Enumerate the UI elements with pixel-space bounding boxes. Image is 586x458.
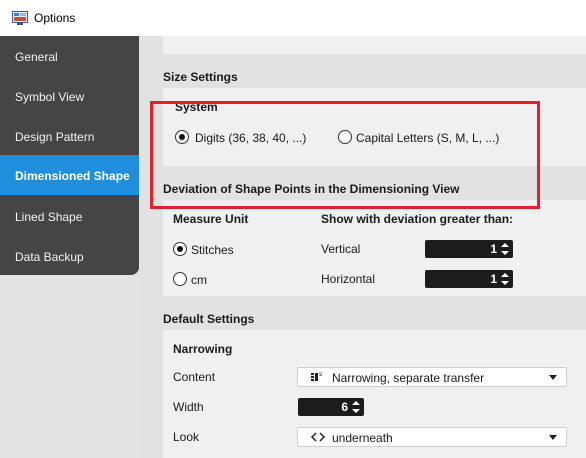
look-chevron-down-icon [549,435,557,440]
top-strip [163,36,586,54]
narrowing-label: Narrowing [173,342,233,356]
sidebar: General Symbol View Design Pattern Dimen… [0,36,148,276]
vertical-value: 1 [490,242,497,256]
horizontal-spin-arrows-icon[interactable] [501,271,509,287]
sidebar-item-lined-shape[interactable]: Lined Shape [0,196,139,236]
sidebar-item-symbol-view[interactable]: Symbol View [0,76,139,116]
size-settings-title: Size Settings [163,70,238,84]
stitches-radio[interactable] [173,242,187,256]
content-chevron-down-icon [549,375,557,380]
show-deviation-label: Show with deviation greater than: [321,212,514,226]
sidebar-item-dimensioned-shape[interactable]: Dimensioned Shape [0,155,148,195]
content-dropdown[interactable]: s Narrowing, separate transfer [297,367,567,387]
svg-text:s: s [319,371,322,378]
deviation-panel: Measure Unit Stitches cm Show with devia… [163,200,586,296]
stitches-label[interactable]: Stitches [191,243,234,257]
vertical-label: Vertical [321,242,361,256]
sidebar-item-data-backup[interactable]: Data Backup [0,236,139,276]
vertical-spin-arrows-icon[interactable] [501,241,509,257]
cm-radio[interactable] [173,272,187,286]
look-label: Look [173,430,200,444]
underneath-icon [310,432,326,442]
default-settings-title: Default Settings [163,312,255,326]
settings-content: Size Settings System Digits (36, 38, 40,… [139,36,586,458]
narrowing-transfer-icon: s [311,371,322,381]
content-value: Narrowing, separate transfer [332,371,485,385]
width-spin-arrows-icon[interactable] [352,399,360,415]
sidebar-item-design-pattern[interactable]: Design Pattern [0,116,139,156]
width-stepper[interactable]: 6 [298,398,364,416]
width-value: 6 [341,400,348,414]
horizontal-stepper[interactable]: 1 [425,270,513,288]
app-icon [12,11,28,25]
horizontal-value: 1 [490,272,497,286]
cm-label[interactable]: cm [191,273,207,287]
sidebar-item-general[interactable]: General [0,36,139,76]
title-bar: Options [0,0,586,36]
size-settings-highlight [150,101,540,209]
default-settings-panel: Narrowing Content s Narrowing, separate … [163,330,586,458]
look-value: underneath [332,431,393,445]
window-title: Options [34,11,76,25]
measure-unit-label: Measure Unit [173,212,249,226]
options-window: General Symbol View Design Pattern Dimen… [0,36,586,458]
vertical-stepper[interactable]: 1 [425,240,513,258]
content-label: Content [173,370,216,384]
width-label: Width [173,400,204,414]
look-dropdown[interactable]: underneath [297,427,567,447]
horizontal-label: Horizontal [321,272,376,286]
